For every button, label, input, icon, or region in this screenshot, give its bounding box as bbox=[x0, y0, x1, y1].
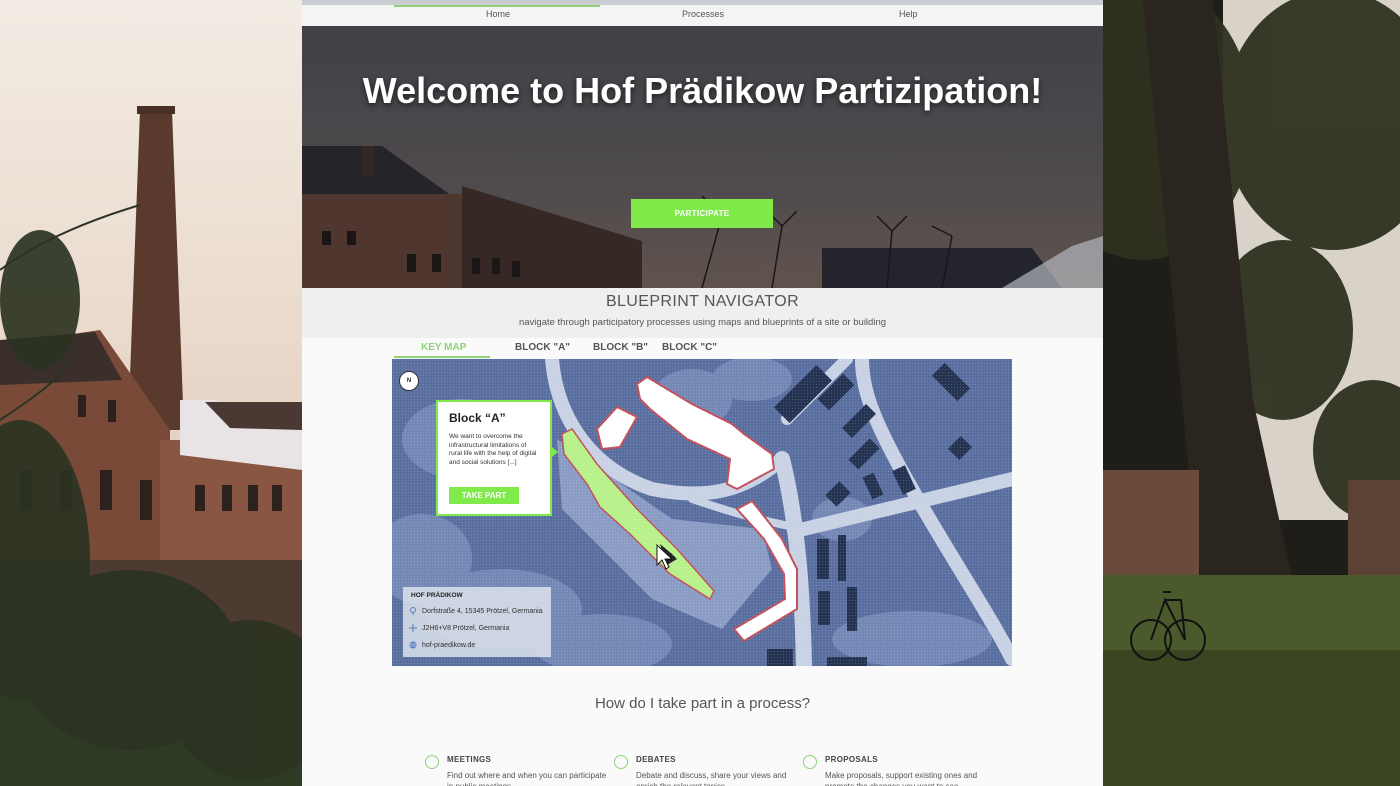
site-map[interactable]: N Block “A” We want to overcome the infr… bbox=[392, 359, 1012, 666]
callout-description: We want to overcome the infrastructural … bbox=[449, 433, 537, 466]
blueprint-title: BLUEPRINT NAVIGATOR bbox=[605, 293, 800, 310]
participate-button[interactable]: PARTICIPATE bbox=[631, 199, 773, 228]
feature-title[interactable]: MEETINGS bbox=[447, 755, 491, 764]
feature-description: Make proposals, support existing ones an… bbox=[825, 771, 978, 786]
nav-home[interactable]: Home bbox=[486, 9, 510, 19]
feature-title[interactable]: PROPOSALS bbox=[825, 755, 878, 764]
callout-title: Block “A” bbox=[449, 411, 506, 425]
document-icon bbox=[803, 755, 817, 769]
tab-block-c[interactable]: BLOCK "C" bbox=[662, 342, 717, 353]
site-name: HOF PRÄDIKOW bbox=[411, 592, 463, 599]
background-photo-right bbox=[1103, 0, 1400, 786]
top-navigation: Home Processes Help bbox=[302, 5, 1103, 27]
globe-icon bbox=[409, 641, 417, 649]
tab-block-a[interactable]: BLOCK "A" bbox=[515, 342, 570, 353]
plus-code-row: J2H6+V8 Prötzel, Germania bbox=[409, 624, 509, 632]
feature-description: Find out where and when you can particip… bbox=[447, 771, 607, 786]
hero-title: Welcome to Hof Prädikow Partizipation! bbox=[362, 70, 1043, 111]
compass-icon: N bbox=[399, 371, 419, 391]
site-info-box: HOF PRÄDIKOW Dorfstraße 4, 15345 Prötzel… bbox=[403, 587, 551, 657]
tab-block-b[interactable]: BLOCK "B" bbox=[593, 342, 648, 353]
address-row: Dorfstraße 4, 15345 Prötzel, Germania bbox=[409, 607, 543, 615]
location-pin-icon bbox=[410, 607, 416, 615]
address-text: Dorfstraße 4, 15345 Prötzel, Germania bbox=[422, 607, 543, 615]
website-link[interactable]: hof-praedikow.de bbox=[422, 642, 475, 649]
nav-help[interactable]: Help bbox=[899, 9, 918, 19]
hero-banner: Welcome to Hof Prädikow Partizipation! P… bbox=[302, 26, 1103, 288]
map-pin-icon bbox=[425, 755, 439, 769]
tab-key-map[interactable]: KEY MAP bbox=[421, 342, 466, 353]
background-photo-left bbox=[0, 0, 302, 786]
blueprint-tabs: KEY MAP BLOCK "A" BLOCK "B" BLOCK "C" bbox=[392, 340, 1012, 358]
nav-active-indicator bbox=[394, 5, 600, 7]
how-to-take-part-heading: How do I take part in a process? bbox=[594, 695, 811, 712]
blueprint-subtitle: navigate through participatory processes… bbox=[518, 317, 887, 328]
speech-bubble-icon bbox=[614, 755, 628, 769]
hero-background-photo bbox=[302, 26, 1103, 288]
block-a-callout: Block “A” We want to overcome the infras… bbox=[436, 400, 552, 516]
main-page: Home Processes Help Welcome to Hof Prädi… bbox=[302, 5, 1103, 786]
plus-code-text: J2H6+V8 Prötzel, Germania bbox=[422, 624, 510, 632]
nav-processes[interactable]: Processes bbox=[682, 9, 724, 19]
crosshair-icon bbox=[409, 624, 417, 632]
feature-title[interactable]: DEBATES bbox=[636, 755, 676, 764]
take-part-button[interactable]: TAKE PART bbox=[449, 487, 519, 504]
website-row[interactable]: hof-praedikow.de bbox=[409, 641, 475, 649]
active-tab-underline bbox=[394, 356, 490, 358]
blueprint-header: BLUEPRINT NAVIGATOR navigate through par… bbox=[302, 288, 1103, 338]
feature-description: Debate and discuss, share your views and… bbox=[636, 771, 787, 786]
